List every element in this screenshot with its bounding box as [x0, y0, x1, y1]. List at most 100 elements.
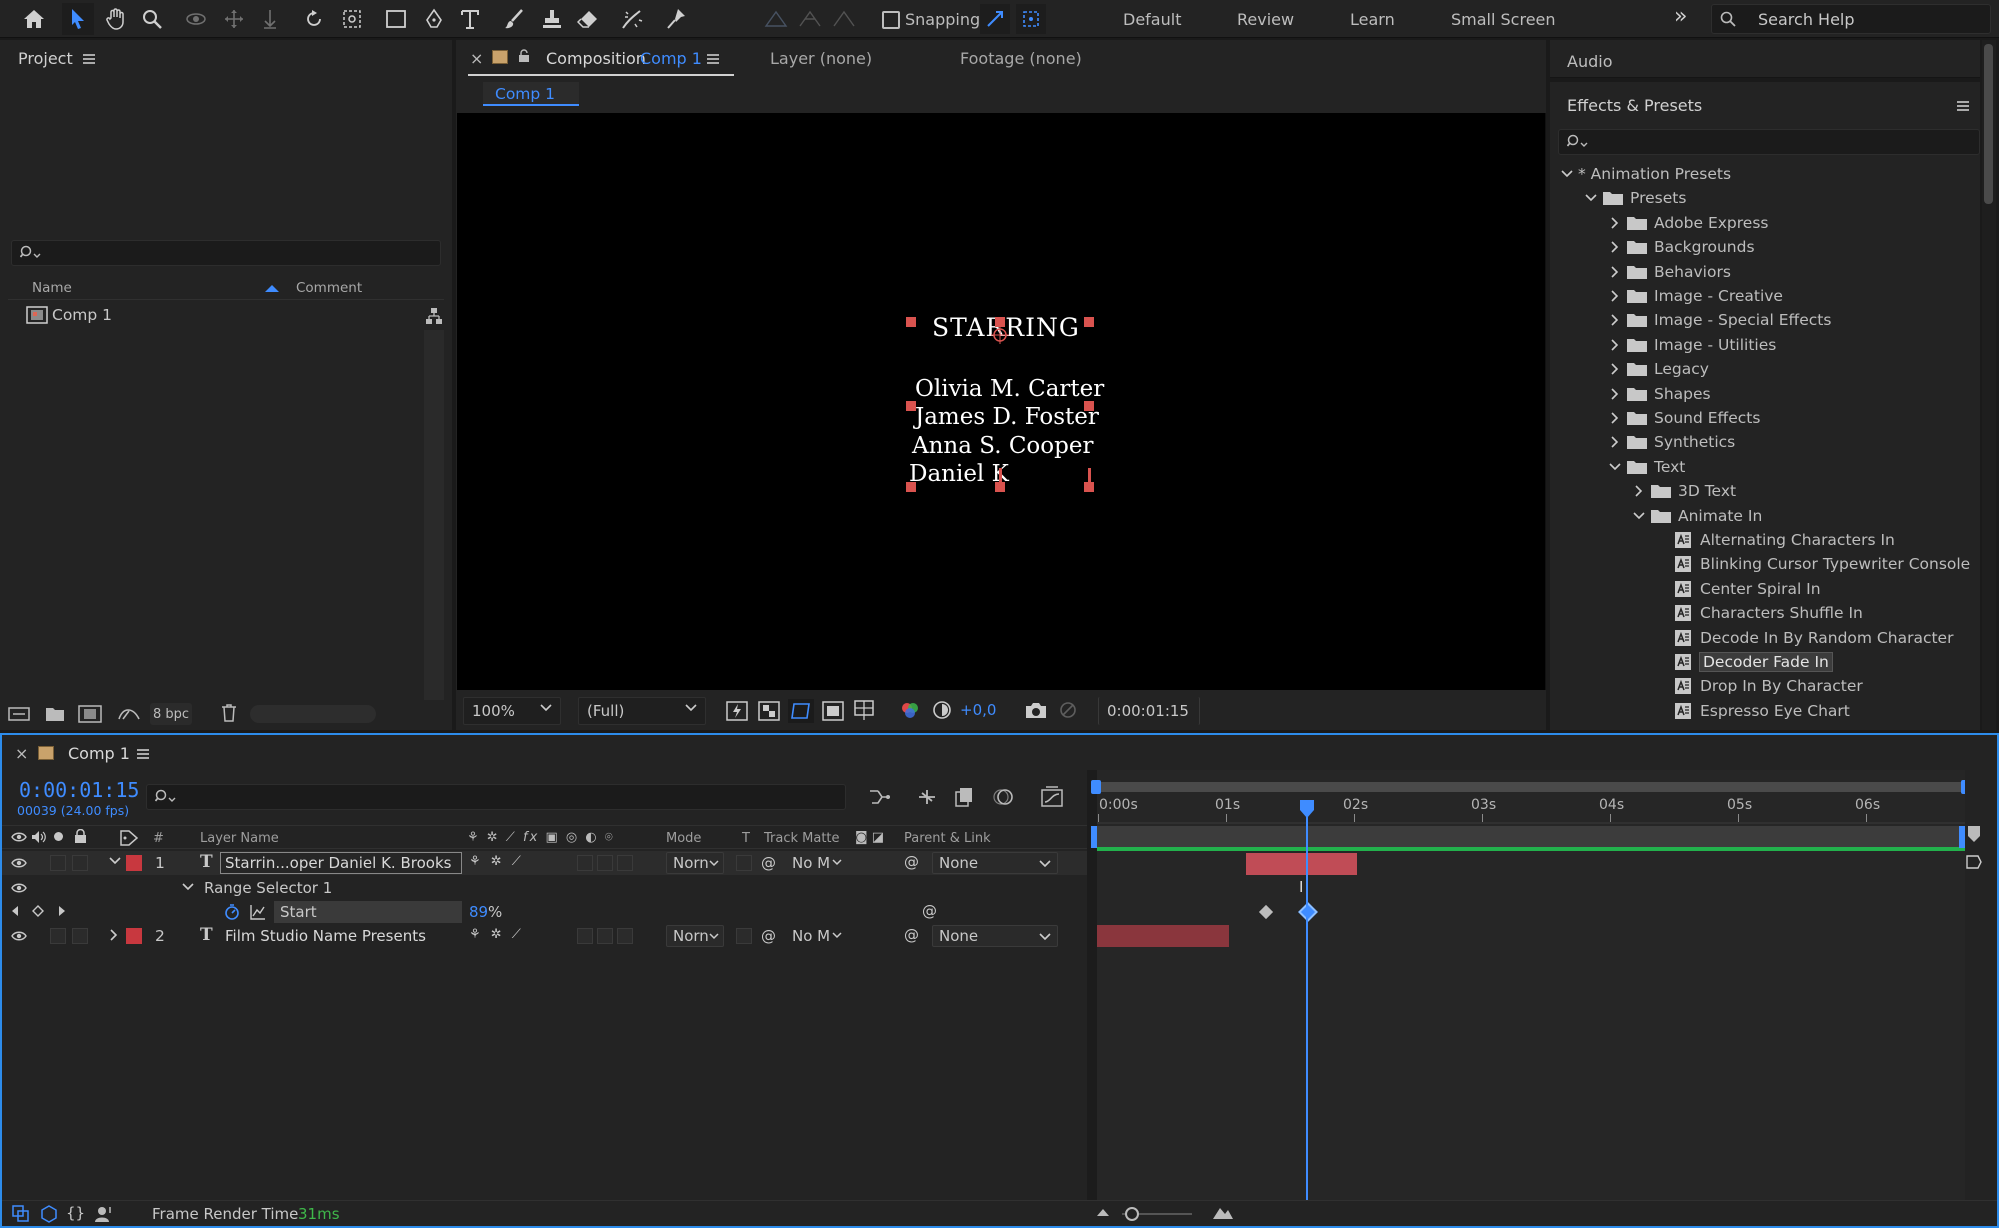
interpret-footage-icon[interactable] — [8, 706, 30, 722]
layer-switch[interactable] — [617, 855, 633, 871]
next-keyframe-icon[interactable] — [58, 905, 66, 917]
transparency-grid-icon[interactable] — [758, 701, 780, 721]
thumbnail-size-slider[interactable] — [250, 705, 376, 723]
composition-tab-label[interactable]: Composition — [546, 49, 646, 68]
composition-menu-icon[interactable] — [707, 54, 719, 64]
layer-switches-toggle-icon[interactable] — [12, 1205, 30, 1223]
project-settings-icon[interactable] — [117, 705, 141, 723]
start-property-row[interactable]: Start 89 % @ — [2, 900, 1087, 924]
effects-tree-item[interactable]: Image - Creative — [1550, 284, 1980, 308]
reset-exposure-icon[interactable] — [932, 700, 952, 720]
composition-tab-comp[interactable]: Comp 1 — [640, 49, 702, 68]
transform-handle[interactable] — [906, 401, 916, 411]
parent-dropdown[interactable]: None — [932, 925, 1058, 947]
lock-switch[interactable] — [72, 855, 88, 871]
work-area-start[interactable] — [1091, 826, 1097, 848]
chevron-down-icon[interactable] — [1560, 167, 1574, 181]
snap-features-icon[interactable] — [1016, 4, 1046, 34]
comp-breadcrumb[interactable]: Comp 1 — [483, 82, 579, 106]
navigator-start-handle[interactable] — [1091, 780, 1101, 794]
expression-pickwhip-icon[interactable]: @ — [922, 902, 937, 920]
transform-handle[interactable] — [906, 482, 916, 492]
workspace-learn[interactable]: Learn — [1350, 10, 1395, 29]
composition-flowchart-icon[interactable] — [868, 787, 892, 807]
comp-marker-icon[interactable] — [1967, 826, 1981, 844]
grid-guides-icon[interactable] — [853, 699, 875, 721]
layer-name[interactable]: Film Studio Name Presents — [225, 927, 426, 945]
lock-icon[interactable] — [518, 49, 530, 63]
effects-tree-item[interactable]: Alternating Characters In — [1550, 528, 1980, 552]
chevron-right-icon[interactable] — [1632, 484, 1646, 498]
rotation-tool-icon[interactable] — [298, 3, 330, 35]
layer-switch[interactable] — [597, 928, 613, 944]
chevron-right-icon[interactable] — [1608, 362, 1622, 376]
effects-tree-item[interactable]: Behaviors — [1550, 260, 1980, 284]
snapping-checkbox[interactable] — [882, 11, 900, 29]
dolly-camera-icon[interactable] — [254, 3, 286, 35]
chevron-right-icon[interactable] — [1608, 435, 1622, 449]
start-property-value[interactable]: 89 — [469, 903, 488, 921]
channel-rgb-icon[interactable] — [900, 701, 920, 721]
preserve-transparency-switch[interactable] — [736, 855, 752, 871]
viewer-timecode[interactable]: 0:00:01:15 — [1098, 697, 1200, 725]
effects-scrollbar[interactable] — [1982, 40, 1996, 730]
audio-panel-title[interactable]: Audio — [1567, 52, 1612, 71]
effects-tree-item[interactable]: Espresso Eye Chart — [1550, 699, 1980, 723]
chevron-right-icon[interactable] — [1608, 265, 1622, 279]
trash-icon[interactable] — [221, 704, 237, 722]
keyframe[interactable] — [1258, 904, 1274, 920]
chevron-down-icon[interactable] — [109, 857, 121, 865]
type-tool-icon[interactable] — [454, 3, 486, 35]
flowchart-icon[interactable] — [425, 307, 443, 325]
layer-switches-icons[interactable]: ⚘ ✲ ⟋ — [469, 854, 524, 869]
solo-icon[interactable] — [54, 832, 63, 841]
puppet-pin-tool-icon[interactable] — [660, 3, 692, 35]
pan-camera-icon[interactable] — [218, 3, 250, 35]
chevron-down-icon[interactable] — [1584, 191, 1598, 205]
time-graph[interactable]: I — [1091, 770, 1971, 1200]
mask-path-visibility-icon[interactable] — [788, 699, 814, 723]
chevron-right-icon[interactable] — [1608, 216, 1622, 230]
layer-switch[interactable] — [597, 855, 613, 871]
project-item-comp-1[interactable]: Comp 1 — [8, 303, 420, 327]
effects-tree-item[interactable]: Synthetics — [1550, 430, 1980, 454]
playhead-handle[interactable] — [1299, 800, 1315, 818]
effects-tree-item[interactable]: Legacy — [1550, 357, 1980, 381]
timeline-search-input[interactable] — [146, 784, 846, 810]
effects-tree-item[interactable]: 3D Text — [1550, 479, 1980, 503]
rectangle-tool-icon[interactable] — [380, 3, 412, 35]
timeline-tab-label[interactable]: Comp 1 — [68, 744, 130, 763]
layer-mode-dropdown[interactable]: Norn — [666, 925, 724, 947]
search-help-input[interactable]: Search Help — [1711, 4, 1991, 34]
home-icon[interactable] — [18, 3, 50, 35]
chevron-right-icon[interactable] — [1608, 338, 1622, 352]
workspace-small-screen[interactable]: Small Screen — [1451, 10, 1556, 29]
transfer-controls-toggle-icon[interactable] — [40, 1205, 58, 1223]
snapshot-camera-icon[interactable] — [1025, 701, 1047, 719]
snap-edges-icon[interactable] — [980, 4, 1010, 34]
effects-tree-item[interactable]: Characters Shuffle In — [1550, 601, 1980, 625]
layer-label-color[interactable] — [126, 855, 142, 871]
bpc-button[interactable]: 8 bpc — [150, 703, 192, 725]
effects-tree-item[interactable]: Image - Special Effects — [1550, 308, 1980, 332]
chevron-right-icon[interactable] — [1608, 289, 1622, 303]
chevron-right-icon[interactable] — [110, 929, 118, 941]
effects-search-input[interactable] — [1558, 129, 1980, 155]
effects-tree-item[interactable]: Animate In — [1550, 504, 1980, 528]
transform-handle[interactable] — [1084, 317, 1094, 327]
layer-switches-icons[interactable]: ⚘ ✲ ⟋ — [469, 927, 524, 942]
transform-handle[interactable] — [1084, 401, 1094, 411]
keyframe-selected[interactable] — [1298, 902, 1318, 922]
eye-icon[interactable] — [11, 882, 27, 894]
audio-speaker-icon[interactable] — [31, 830, 47, 844]
workspace-overflow-icon[interactable]: » — [1674, 4, 1687, 29]
project-col-name[interactable]: Name — [32, 280, 72, 296]
parent-pickwhip-icon[interactable]: @ — [904, 853, 919, 871]
lock-icon[interactable] — [74, 829, 87, 844]
layer-row-2[interactable]: 2 T Film Studio Name Presents ⚘ ✲ ⟋ Norn… — [2, 924, 1087, 948]
effects-tree-item[interactable]: Presets — [1550, 186, 1980, 210]
start-property-name-box[interactable]: Start — [274, 901, 462, 923]
zoom-dropdown[interactable]: 100% — [463, 697, 561, 725]
layer-marker-icon[interactable] — [1966, 855, 1982, 869]
new-folder-icon[interactable] — [45, 705, 65, 722]
